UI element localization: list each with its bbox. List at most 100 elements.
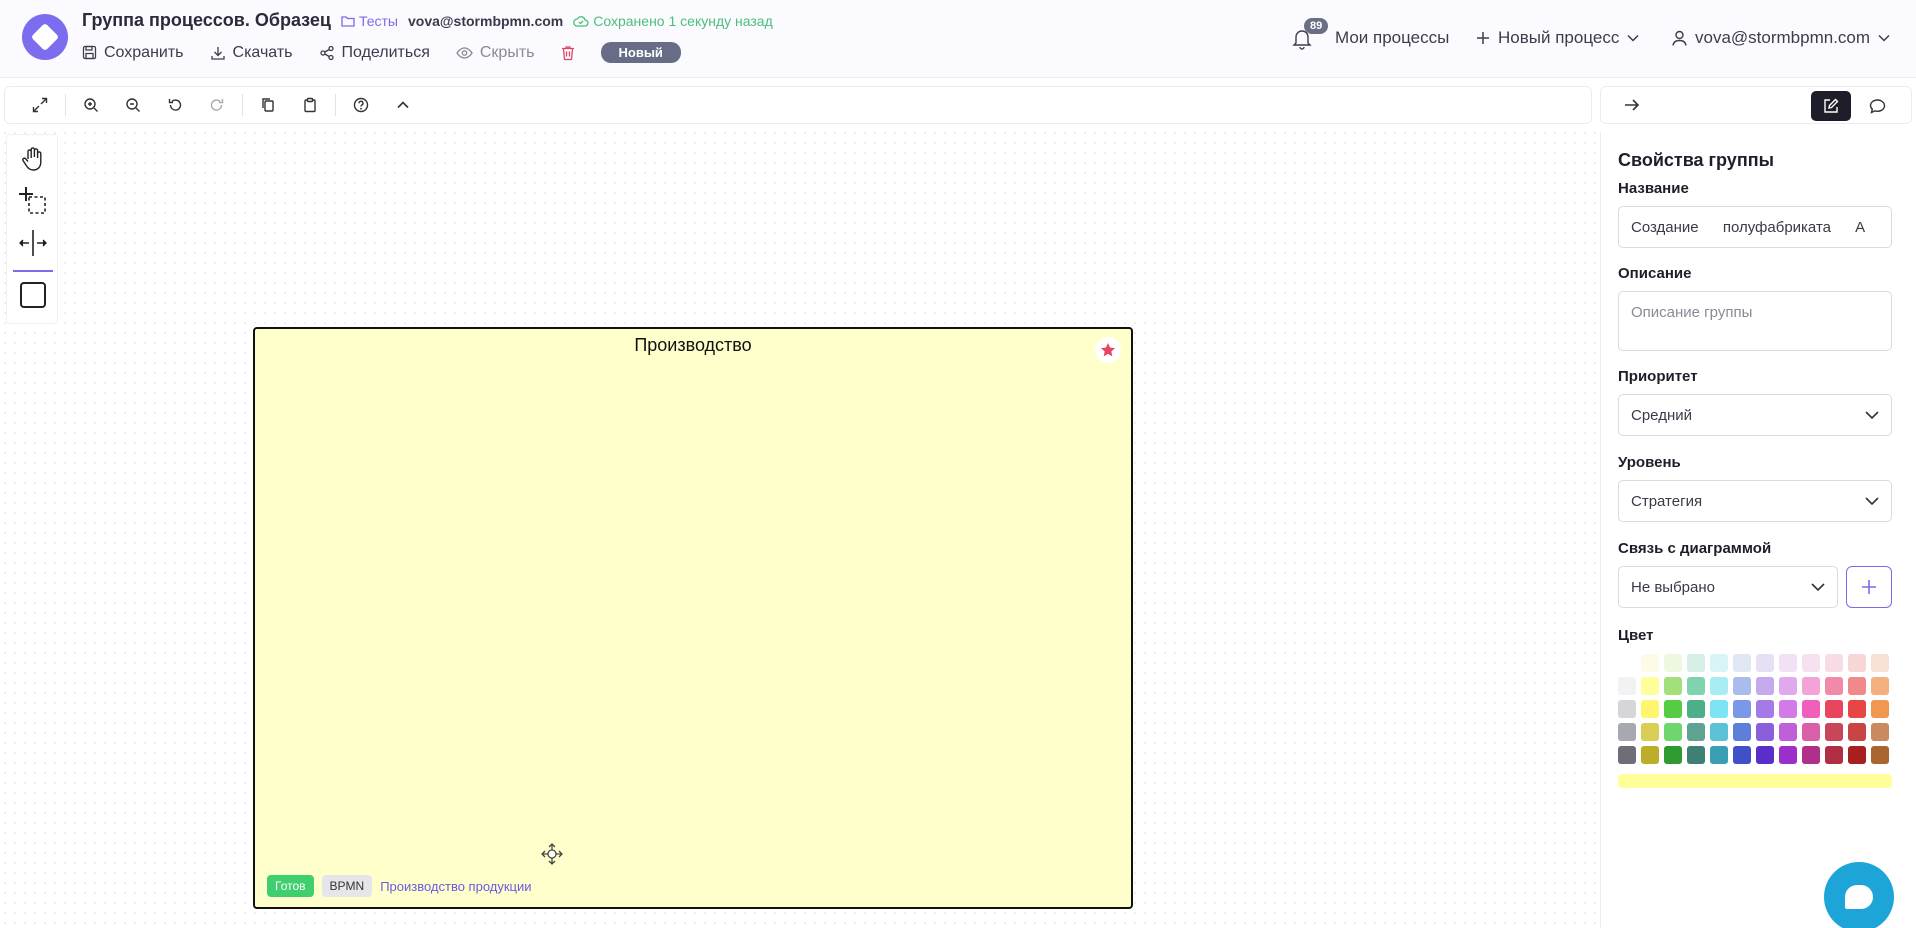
color-swatch[interactable] [1871,677,1889,695]
color-swatch[interactable] [1779,746,1797,764]
color-swatch[interactable] [1664,700,1682,718]
delete-button[interactable] [561,45,575,61]
color-swatch[interactable] [1733,654,1751,672]
edit-properties-tab[interactable] [1811,91,1851,121]
color-swatch[interactable] [1848,677,1866,695]
color-swatch[interactable] [1802,700,1820,718]
color-swatch[interactable] [1687,746,1705,764]
color-swatch[interactable] [1802,746,1820,764]
move-icon[interactable] [541,843,563,870]
folder-link[interactable]: Тесты [341,13,398,29]
favorite-button[interactable] [1095,337,1121,363]
color-swatch[interactable] [1641,723,1659,741]
color-swatch[interactable] [1756,723,1774,741]
color-swatch[interactable] [1733,700,1751,718]
color-swatch[interactable] [1825,654,1843,672]
color-swatch[interactable] [1687,723,1705,741]
user-menu[interactable]: vova@stormbpmn.com [1672,28,1890,48]
color-swatch[interactable] [1664,723,1682,741]
color-swatch[interactable] [1687,700,1705,718]
comments-tab[interactable] [1857,91,1897,121]
color-swatch[interactable] [1618,677,1636,695]
zoom-out-button[interactable] [112,87,154,123]
hand-tool[interactable] [15,141,51,177]
collapse-toolbar-button[interactable] [382,87,424,123]
color-swatch[interactable] [1641,746,1659,764]
color-swatch[interactable] [1710,654,1728,672]
undo-button[interactable] [154,87,196,123]
color-swatch[interactable] [1756,677,1774,695]
color-swatch[interactable] [1710,677,1728,695]
color-swatch[interactable] [1848,746,1866,764]
redo-button[interactable] [196,87,238,123]
paste-button[interactable] [289,87,331,123]
color-swatch[interactable] [1733,723,1751,741]
color-swatch[interactable] [1871,723,1889,741]
color-swatch[interactable] [1779,700,1797,718]
color-swatch[interactable] [1825,746,1843,764]
save-button[interactable]: Сохранить [82,44,184,62]
color-swatch[interactable] [1825,677,1843,695]
color-swatch[interactable] [1802,723,1820,741]
color-swatch[interactable] [1756,700,1774,718]
color-swatch[interactable] [1618,700,1636,718]
color-swatch[interactable] [1687,677,1705,695]
color-swatch[interactable] [1848,723,1866,741]
zoom-in-button[interactable] [70,87,112,123]
fullscreen-button[interactable] [19,87,61,123]
color-swatch[interactable] [1710,723,1728,741]
color-swatch[interactable] [1779,677,1797,695]
color-swatch[interactable] [1618,654,1636,672]
color-swatch[interactable] [1664,654,1682,672]
new-process-menu[interactable]: Новый процесс [1476,28,1639,48]
color-swatch[interactable] [1733,746,1751,764]
add-diagram-link-button[interactable] [1846,566,1892,608]
my-processes-link[interactable]: Мои процессы [1335,28,1449,48]
name-field[interactable]: Создание полуфабриката А [1618,206,1892,248]
lasso-tool[interactable] [15,183,51,219]
color-swatch[interactable] [1871,654,1889,672]
color-swatch[interactable] [1756,654,1774,672]
color-swatch[interactable] [1641,677,1659,695]
color-swatch[interactable] [1618,746,1636,764]
process-group[interactable]: Производство Готов BPMN Производство про… [253,327,1133,909]
level-select[interactable]: Стратегия [1618,480,1892,522]
color-swatch[interactable] [1756,746,1774,764]
priority-select[interactable]: Средний [1618,394,1892,436]
color-swatch[interactable] [1802,654,1820,672]
color-swatch[interactable] [1618,723,1636,741]
color-swatch[interactable] [1848,654,1866,672]
linked-diagram-link[interactable]: Производство продукции [380,879,531,894]
color-swatch[interactable] [1641,700,1659,718]
support-chat-button[interactable] [1824,862,1894,928]
color-swatch[interactable] [1871,746,1889,764]
color-swatch[interactable] [1848,700,1866,718]
color-swatch[interactable] [1710,700,1728,718]
color-swatch[interactable] [1802,677,1820,695]
download-button[interactable]: Скачать [210,44,293,62]
color-swatch[interactable] [1825,723,1843,741]
color-swatch[interactable] [1733,677,1751,695]
color-swatch[interactable] [1779,654,1797,672]
color-swatch[interactable] [1664,677,1682,695]
frame-tool[interactable] [15,277,51,313]
diagram-link-select[interactable]: Не выбрано [1618,566,1838,608]
copy-button[interactable] [247,87,289,123]
logo-icon[interactable] [22,14,68,60]
color-swatch[interactable] [1710,746,1728,764]
share-button[interactable]: Поделиться [319,44,430,62]
color-swatch[interactable] [1641,654,1659,672]
collapse-panel-button[interactable] [1623,93,1641,122]
group-title[interactable]: Производство [255,335,1131,356]
description-field[interactable]: Описание группы [1618,291,1892,351]
hide-button[interactable]: Скрыть [456,44,535,62]
color-swatch[interactable] [1871,700,1889,718]
document-title[interactable]: Группа процессов. Образец [82,10,331,31]
color-swatch[interactable] [1687,654,1705,672]
space-tool[interactable] [15,225,51,261]
help-button[interactable] [340,87,382,123]
color-swatch[interactable] [1664,746,1682,764]
color-swatch[interactable] [1779,723,1797,741]
color-swatch[interactable] [1825,700,1843,718]
notifications-button[interactable]: 89 [1292,18,1329,55]
